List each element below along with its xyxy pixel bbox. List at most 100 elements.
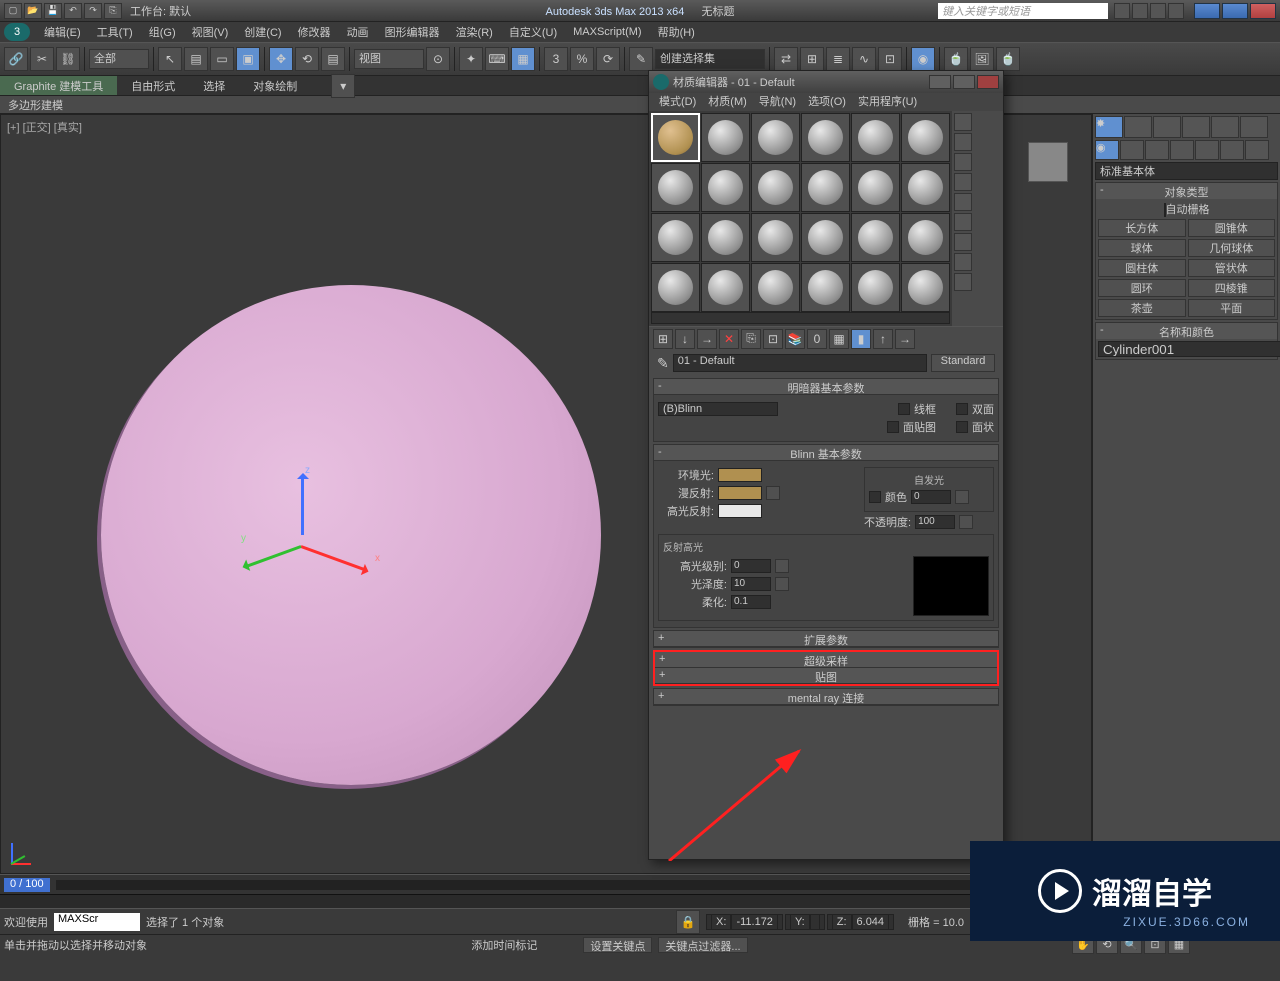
- material-slot[interactable]: [701, 113, 750, 162]
- glossiness-spinner[interactable]: 10: [731, 577, 771, 591]
- show-in-viewport-icon[interactable]: ▦: [829, 329, 849, 349]
- close-button[interactable]: [1250, 3, 1276, 19]
- material-id-channel-icon[interactable]: 0: [807, 329, 827, 349]
- selfillum-map-button[interactable]: [955, 490, 969, 504]
- ambient-color-swatch[interactable]: [718, 468, 762, 482]
- put-to-scene-icon[interactable]: ↓: [675, 329, 695, 349]
- render-icon[interactable]: 🍵: [996, 47, 1020, 71]
- rollup-header[interactable]: -名称和颜色: [1096, 323, 1277, 339]
- create-tab-icon[interactable]: ✸: [1095, 116, 1123, 138]
- ribbon-tab-selection[interactable]: 选择: [189, 76, 239, 95]
- menu-create[interactable]: 创建(C): [236, 24, 289, 40]
- material-name-select[interactable]: 01 - Default: [673, 354, 927, 372]
- percent-snap-icon[interactable]: %: [570, 47, 594, 71]
- material-slot[interactable]: [851, 113, 900, 162]
- help-icon[interactable]: [1168, 3, 1184, 19]
- backlight-icon[interactable]: [954, 133, 972, 151]
- menu-customize[interactable]: 自定义(U): [501, 24, 565, 40]
- app-logo-icon[interactable]: 3: [4, 23, 30, 41]
- add-time-tag[interactable]: 添加时间标记: [471, 937, 537, 953]
- angle-snap-icon[interactable]: 3: [544, 47, 568, 71]
- material-slot[interactable]: [851, 263, 900, 312]
- material-id-icon[interactable]: [954, 273, 972, 291]
- video-color-icon[interactable]: [954, 193, 972, 211]
- rollup-header[interactable]: +扩展参数: [654, 631, 998, 647]
- window-crossing-icon[interactable]: ▣: [236, 47, 260, 71]
- create-tube-button[interactable]: 管状体: [1188, 259, 1276, 277]
- create-torus-button[interactable]: 圆环: [1098, 279, 1186, 297]
- select-name-icon[interactable]: ▤: [184, 47, 208, 71]
- create-geosphere-button[interactable]: 几何球体: [1188, 239, 1276, 257]
- glossiness-map-button[interactable]: [775, 577, 789, 591]
- link-icon[interactable]: ⎘: [104, 3, 122, 19]
- background-icon[interactable]: [954, 153, 972, 171]
- save-icon[interactable]: 💾: [44, 3, 62, 19]
- shader-type-select[interactable]: (B)Blinn: [658, 402, 778, 416]
- material-slot[interactable]: [801, 213, 850, 262]
- assign-icon[interactable]: →: [697, 329, 717, 349]
- sample-uv-icon[interactable]: [954, 173, 972, 191]
- create-cylinder-button[interactable]: 圆柱体: [1098, 259, 1186, 277]
- object-name-input[interactable]: [1098, 341, 1280, 357]
- reset-icon[interactable]: ✕: [719, 329, 739, 349]
- ribbon-tab-graphite[interactable]: Graphite 建模工具: [0, 76, 117, 95]
- create-box-button[interactable]: 长方体: [1098, 219, 1186, 237]
- material-type-button[interactable]: Standard: [931, 354, 995, 372]
- wire-checkbox[interactable]: [898, 403, 910, 415]
- spacewarps-icon[interactable]: [1220, 140, 1244, 160]
- align-icon[interactable]: ⊞: [800, 47, 824, 71]
- setkey-button[interactable]: 设置关键点: [583, 937, 652, 953]
- spinner-snap-icon[interactable]: ⟳: [596, 47, 620, 71]
- rect-select-icon[interactable]: ▭: [210, 47, 234, 71]
- me-menu-modes[interactable]: 模式(D): [653, 93, 702, 111]
- material-slot[interactable]: [801, 263, 850, 312]
- cameras-icon[interactable]: [1170, 140, 1194, 160]
- me-menu-options[interactable]: 选项(O): [802, 93, 852, 111]
- redo-icon[interactable]: ↷: [84, 3, 102, 19]
- maxscript-mini-listener[interactable]: MAXScr: [54, 913, 140, 931]
- binoculars-icon[interactable]: [1114, 3, 1130, 19]
- keyboard-icon[interactable]: ⌨: [485, 47, 509, 71]
- helpers-icon[interactable]: [1195, 140, 1219, 160]
- diffuse-color-swatch[interactable]: [718, 486, 762, 500]
- menu-grapheditors[interactable]: 图形编辑器: [377, 24, 448, 40]
- mirror-icon[interactable]: ⇄: [774, 47, 798, 71]
- systems-icon[interactable]: [1245, 140, 1269, 160]
- material-slot-1[interactable]: [651, 113, 700, 162]
- coord-y[interactable]: Y:: [785, 914, 825, 930]
- motion-tab-icon[interactable]: [1182, 116, 1210, 138]
- snap-icon[interactable]: ▦: [511, 47, 535, 71]
- me-menu-navigation[interactable]: 导航(N): [753, 93, 802, 111]
- unlink-icon[interactable]: ✂: [30, 47, 54, 71]
- sample-scrollbar[interactable]: [651, 312, 950, 324]
- ribbon-expand-icon[interactable]: ▾: [331, 74, 355, 98]
- create-pyramid-button[interactable]: 四棱锥: [1188, 279, 1276, 297]
- menu-tools[interactable]: 工具(T): [89, 24, 141, 40]
- material-slot[interactable]: [651, 163, 700, 212]
- close-button[interactable]: [977, 75, 999, 89]
- star-icon[interactable]: [1150, 3, 1166, 19]
- material-editor-titlebar[interactable]: 材质编辑器 - 01 - Default: [649, 71, 1003, 93]
- scene-object-cylinder[interactable]: [101, 285, 601, 785]
- ribbon-tab-freeform[interactable]: 自由形式: [117, 76, 189, 95]
- coord-z[interactable]: Z: 6.044: [827, 914, 894, 930]
- material-slot[interactable]: [901, 113, 950, 162]
- material-slot[interactable]: [801, 113, 850, 162]
- rollup-header[interactable]: -明暗器基本参数: [654, 379, 998, 395]
- sample-type-icon[interactable]: [954, 113, 972, 131]
- me-menu-material[interactable]: 材质(M): [702, 93, 753, 111]
- menu-views[interactable]: 视图(V): [184, 24, 237, 40]
- modify-tab-icon[interactable]: [1124, 116, 1152, 138]
- material-slot[interactable]: [651, 213, 700, 262]
- rollup-supersample-header[interactable]: +超级采样: [655, 652, 997, 668]
- go-parent-icon[interactable]: ↑: [873, 329, 893, 349]
- soften-spinner[interactable]: 0.1: [731, 595, 771, 609]
- material-slot[interactable]: [751, 163, 800, 212]
- geometry-category-select[interactable]: 标准基本体: [1095, 162, 1278, 180]
- opacity-spinner[interactable]: 100: [915, 515, 955, 529]
- open-icon[interactable]: 📂: [24, 3, 42, 19]
- spec-level-map-button[interactable]: [775, 559, 789, 573]
- material-slot[interactable]: [751, 263, 800, 312]
- move-icon[interactable]: ✥: [269, 47, 293, 71]
- faceted-checkbox[interactable]: [956, 421, 968, 433]
